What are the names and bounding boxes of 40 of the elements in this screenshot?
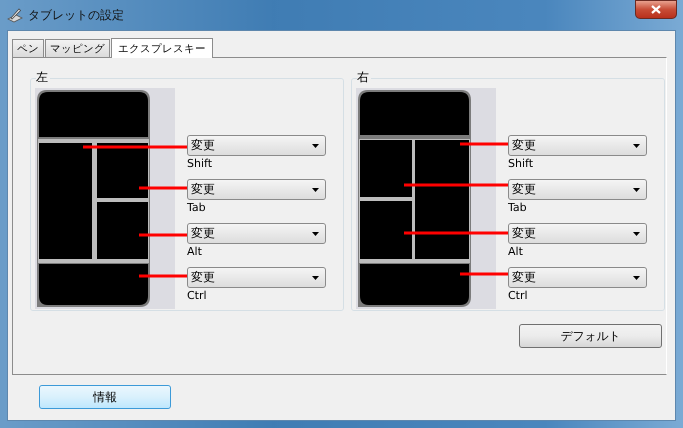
key-dropdown[interactable]: 変更 [508,223,647,244]
key-dropdown[interactable]: 変更 [187,179,326,200]
caret-icon [312,144,319,148]
key-label: Tab [187,200,207,216]
caret-icon [633,276,640,280]
leader-line [139,186,187,190]
pen-tablet-icon [7,7,23,23]
caret-icon [633,232,640,236]
key-dropdown[interactable]: 変更 [187,135,326,156]
caret-icon [312,232,319,236]
close-button[interactable] [635,0,677,19]
key-label: Ctrl [187,288,208,304]
info-button[interactable]: 情報 [39,385,171,409]
tab[interactable]: ペン [12,39,44,57]
key-dropdown[interactable]: 変更 [508,179,647,200]
caret-icon [312,188,319,192]
leader-line [460,272,508,276]
caret-icon [312,276,319,280]
caret-icon [633,144,640,148]
leader-line [139,274,187,278]
key-label: Shift [187,156,214,172]
caret-icon [633,188,640,192]
group-label: 左 [36,70,50,84]
tab[interactable]: エクスプレスキー [111,38,213,58]
key-label: Alt [508,244,524,260]
leader-line [139,234,187,236]
key-dropdown[interactable]: 変更 [508,135,647,156]
window-title: タブレットの設定 [28,6,124,24]
tab[interactable]: マッピング [45,39,110,57]
default-button[interactable]: デフォルト [519,324,662,348]
key-label: Shift [508,156,534,172]
key-dropdown[interactable]: 変更 [187,267,326,288]
key-dropdown[interactable]: 変更 [508,267,647,288]
group-label: 右 [357,70,371,84]
key-label: Alt [187,244,203,260]
key-label: Tab [508,200,528,216]
leader-line [460,142,508,146]
key-label: Ctrl [508,288,529,304]
close-icon [651,5,661,14]
key-dropdown[interactable]: 変更 [187,223,326,244]
